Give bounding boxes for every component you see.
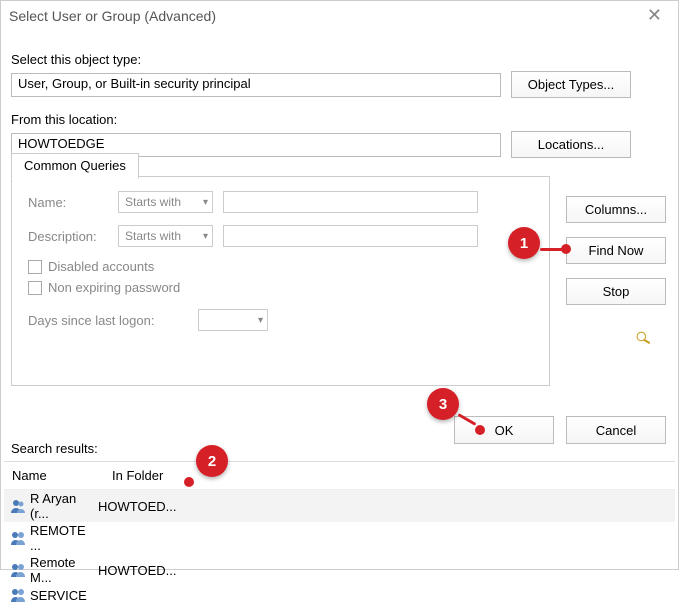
user-group-icon bbox=[10, 587, 26, 603]
name-label: Name: bbox=[28, 195, 108, 210]
locations-button[interactable]: Locations... bbox=[511, 131, 631, 158]
annotation-2: 2 bbox=[196, 445, 228, 477]
table-header: Name In Folder bbox=[4, 462, 675, 490]
columns-button[interactable]: Columns... bbox=[566, 196, 666, 223]
table-row[interactable]: REMOTE ... bbox=[4, 522, 675, 554]
find-now-button[interactable]: Find Now bbox=[566, 237, 666, 264]
description-label: Description: bbox=[28, 229, 108, 244]
annotation-3: 3 bbox=[427, 388, 459, 420]
table-row[interactable]: Remote M...HOWTOED... bbox=[4, 554, 675, 586]
stop-button[interactable]: Stop bbox=[566, 278, 666, 305]
description-combo[interactable]: Starts with ▾ bbox=[118, 225, 213, 247]
row-name: Remote M... bbox=[30, 555, 98, 585]
days-combo[interactable]: ▾ bbox=[198, 309, 268, 331]
annotation-1-dot bbox=[561, 244, 571, 254]
name-combo[interactable]: Starts with ▾ bbox=[118, 191, 213, 213]
search-icon bbox=[636, 329, 652, 348]
close-icon[interactable]: ✕ bbox=[641, 5, 668, 26]
nonexpiring-label: Non expiring password bbox=[48, 280, 180, 295]
description-input[interactable] bbox=[223, 225, 478, 247]
cell-name: Remote M... bbox=[10, 555, 98, 585]
user-group-icon bbox=[10, 562, 26, 578]
chevron-down-icon: ▾ bbox=[203, 197, 208, 208]
name-input[interactable] bbox=[223, 191, 478, 213]
search-results-label: Search results: bbox=[11, 441, 98, 456]
user-group-icon bbox=[10, 530, 26, 546]
disabled-checkbox[interactable] bbox=[28, 260, 42, 274]
tab-common-queries[interactable]: Common Queries bbox=[11, 153, 139, 179]
column-folder[interactable]: In Folder bbox=[104, 462, 171, 489]
cell-name: REMOTE ... bbox=[10, 523, 98, 553]
days-label: Days since last logon: bbox=[28, 313, 188, 328]
row-name: SERVICE bbox=[30, 588, 87, 603]
titlebar: Select User or Group (Advanced) ✕ bbox=[1, 1, 678, 26]
dialog-window: Select User or Group (Advanced) ✕ Select… bbox=[0, 0, 679, 570]
chevron-down-icon: ▾ bbox=[258, 315, 263, 326]
object-types-button[interactable]: Object Types... bbox=[511, 71, 631, 98]
cell-name: SERVICE bbox=[10, 587, 98, 603]
location-label: From this location: bbox=[11, 112, 668, 127]
column-name[interactable]: Name bbox=[4, 462, 104, 489]
table-row[interactable]: SERVICE bbox=[4, 586, 675, 604]
object-type-field: User, Group, or Built-in security princi… bbox=[11, 73, 501, 97]
user-group-icon bbox=[10, 498, 26, 514]
nonexpiring-checkbox[interactable] bbox=[28, 281, 42, 295]
annotation-2-dot bbox=[184, 477, 194, 487]
cell-name: R Aryan (r... bbox=[10, 491, 98, 521]
cancel-button[interactable]: Cancel bbox=[566, 416, 666, 444]
table-row[interactable]: R Aryan (r...HOWTOED... bbox=[4, 490, 675, 522]
annotation-1: 1 bbox=[508, 227, 540, 259]
object-type-label: Select this object type: bbox=[11, 52, 668, 67]
results-table: Name In Folder R Aryan (r...HOWTOED...RE… bbox=[4, 461, 675, 604]
common-queries-panel: Common Queries Name: Starts with ▾ Descr… bbox=[11, 176, 550, 386]
dialog-title: Select User or Group (Advanced) bbox=[9, 8, 216, 24]
row-name: REMOTE ... bbox=[30, 523, 98, 553]
right-button-column: Columns... Find Now Stop bbox=[566, 196, 666, 305]
dialog-buttons: OK Cancel bbox=[454, 416, 666, 444]
cell-folder: HOWTOED... bbox=[98, 563, 176, 578]
disabled-label: Disabled accounts bbox=[48, 259, 154, 274]
annotation-3-dot bbox=[475, 425, 485, 435]
row-name: R Aryan (r... bbox=[30, 491, 98, 521]
chevron-down-icon: ▾ bbox=[203, 231, 208, 242]
name-combo-value: Starts with bbox=[125, 195, 181, 209]
cell-folder: HOWTOED... bbox=[98, 499, 176, 514]
description-combo-value: Starts with bbox=[125, 229, 181, 243]
